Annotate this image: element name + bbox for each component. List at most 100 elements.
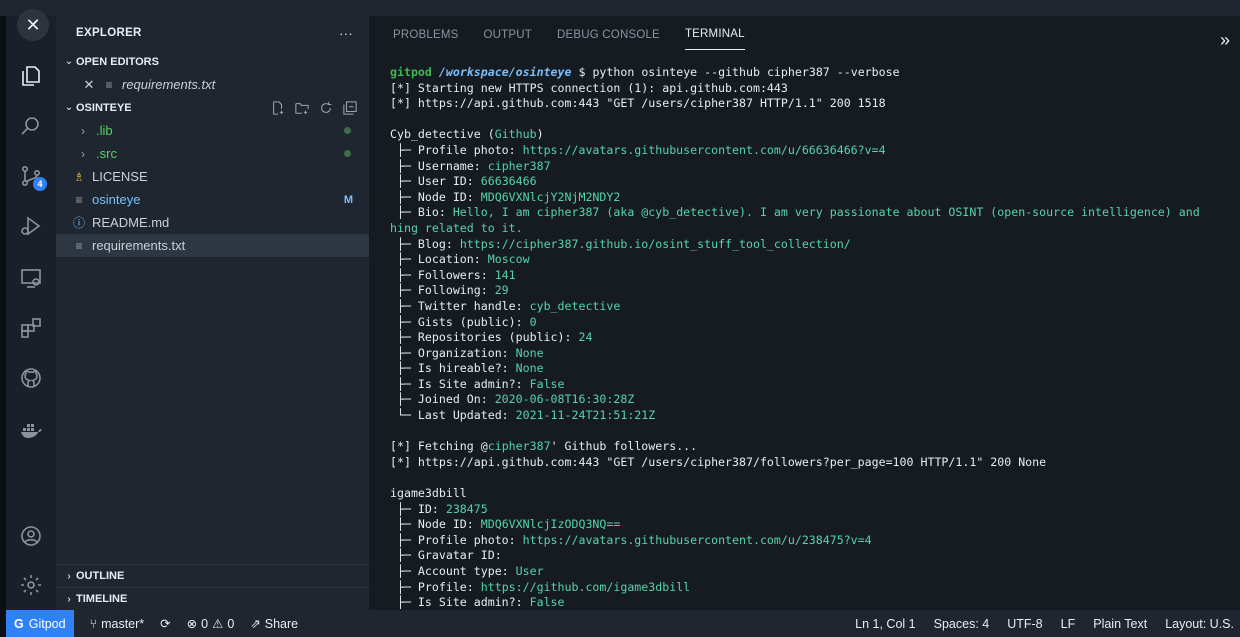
command: python osinteye --github cipher387 --ver… xyxy=(592,65,900,79)
chevron-right-icon: › xyxy=(81,123,85,138)
tree-folder-label: .src xyxy=(96,146,117,161)
prompt-symbol: $ xyxy=(578,65,586,79)
branch-indicator[interactable]: ⑂ master* xyxy=(90,617,145,631)
account-icon[interactable] xyxy=(19,524,43,548)
source-control-icon[interactable]: 4 xyxy=(19,164,47,191)
new-file-icon[interactable] xyxy=(271,100,285,115)
language-mode[interactable]: Plain Text xyxy=(1093,617,1147,631)
fetch-prefix: [*] Fetching @ xyxy=(390,439,488,454)
tab-terminal[interactable]: TERMINAL xyxy=(684,28,745,50)
timeline-section[interactable]: › TIMELINE xyxy=(56,587,369,610)
log-line: [*] https://api.github.com:443 "GET /use… xyxy=(390,96,886,111)
user-id-value: 66636466 xyxy=(480,174,537,189)
new-folder-icon[interactable] xyxy=(295,101,309,115)
chevron-right-icon: › xyxy=(67,593,71,605)
scm-badge: 4 xyxy=(33,177,47,191)
search-icon[interactable] xyxy=(19,114,43,138)
profile-photo-value: https://avatars.githubusercontent.com/u/… xyxy=(522,142,886,157)
follower-admin-value: False xyxy=(529,595,565,610)
keyboard-layout[interactable]: Layout: U.S. xyxy=(1165,617,1234,631)
remote-indicator[interactable]: G Gitpod xyxy=(6,610,74,637)
run-debug-icon[interactable] xyxy=(19,214,43,238)
outline-label: OUTLINE xyxy=(76,570,125,582)
prompt-path: /workspace/osinteye xyxy=(438,65,572,79)
panel-tabs: PROBLEMS OUTPUT DEBUG CONSOLE TERMINAL xyxy=(369,16,1240,50)
expand-panel-icon[interactable]: » xyxy=(1220,30,1230,51)
end-of-line[interactable]: LF xyxy=(1061,617,1076,631)
tree-file-readme[interactable]: ⓘ README.md xyxy=(56,211,369,234)
tab-debug-console[interactable]: DEBUG CONSOLE xyxy=(557,29,660,50)
extensions-icon[interactable] xyxy=(19,316,43,340)
docker-icon[interactable] xyxy=(19,418,43,442)
follower-photo-value: https://avatars.githubusercontent.com/u/… xyxy=(522,532,872,547)
share-button[interactable]: ⇗ Share xyxy=(250,616,299,632)
cursor-position[interactable]: Ln 1, Col 1 xyxy=(855,617,915,631)
tree-file-license[interactable]: ♗ LICENSE xyxy=(56,165,369,188)
prompt-user: gitpod xyxy=(390,65,432,79)
tab-problems[interactable]: PROBLEMS xyxy=(393,29,459,50)
following-value: 29 xyxy=(494,283,509,298)
blog-value: https://cipher387.github.io/osint_stuff_… xyxy=(459,236,851,251)
workspace-label: OSINTEYE xyxy=(76,101,132,114)
tree-file-osinteye[interactable]: ≡ osinteye M xyxy=(56,188,369,211)
timeline-label: TIMELINE xyxy=(76,593,128,605)
open-editors-section[interactable]: ⌄ OPEN EDITORS xyxy=(56,50,369,73)
tree-folder-src[interactable]: › .src xyxy=(56,142,369,165)
follower-profile-value: https://github.com/igame3dbill xyxy=(480,579,691,594)
tree-folder-label: .lib xyxy=(96,123,113,138)
problems-indicator[interactable]: ⊗ 0 ⚠ 0 xyxy=(187,616,235,632)
chevron-down-icon: ⌄ xyxy=(64,102,74,113)
follower-type-value: User xyxy=(515,564,544,578)
bio-value: Hello, I am cipher387 (aka @cyb_detectiv… xyxy=(452,205,1200,220)
user-source: Github xyxy=(494,127,537,142)
repos-value: 24 xyxy=(578,330,593,345)
outline-section[interactable]: › OUTLINE xyxy=(56,564,369,587)
user-header: Cyb_detective xyxy=(390,127,481,142)
sync-icon: ⟳ xyxy=(160,617,171,631)
username-value: cipher387 xyxy=(487,158,551,173)
tab-output[interactable]: OUTPUT xyxy=(484,29,532,50)
warning-count: 0 xyxy=(227,616,235,631)
open-editor-item[interactable]: ✕ ≡ requirements.txt xyxy=(56,73,369,96)
branch-label: master* xyxy=(101,616,145,631)
gists-value: 0 xyxy=(529,314,537,329)
error-count: 0 xyxy=(201,616,209,631)
terminal-output[interactable]: gitpod /workspace/osinteye $ python osin… xyxy=(390,65,1234,610)
explorer-header: EXPLORER ··· xyxy=(56,16,369,50)
indentation[interactable]: Spaces: 4 xyxy=(934,617,990,631)
tree-folder-lib[interactable]: › .lib xyxy=(56,119,369,142)
close-icon[interactable]: ✕ xyxy=(17,9,49,41)
twitter-value: cyb_detective xyxy=(529,298,621,313)
remote-explorer-icon[interactable] xyxy=(19,266,43,290)
share-label: Share xyxy=(264,616,299,631)
tree-file-label: LICENSE xyxy=(92,169,148,184)
more-actions-icon[interactable]: ··· xyxy=(339,26,353,41)
follower-node-value: MDQ6VXNlcjIzODQ3NQ== xyxy=(480,517,621,532)
explorer-icon[interactable] xyxy=(19,64,43,88)
workspace-actions xyxy=(271,100,357,115)
collapse-all-icon[interactable] xyxy=(343,100,357,115)
tree-file-label: requirements.txt xyxy=(92,238,186,253)
settings-gear-icon[interactable] xyxy=(19,573,43,597)
text-file-icon: ≡ xyxy=(75,192,83,207)
activity-bar: 4 xyxy=(6,16,56,610)
fetch-user: cipher387 xyxy=(487,439,551,454)
follower-id-value: 238475 xyxy=(445,501,488,516)
workspace-section[interactable]: ⌄ OSINTEYE xyxy=(56,96,369,119)
refresh-icon[interactable] xyxy=(319,101,333,115)
warning-icon: ⚠ xyxy=(212,617,224,631)
license-icon: ♗ xyxy=(73,169,85,184)
sidebar-bottom-sections: › OUTLINE › TIMELINE xyxy=(56,564,369,610)
location-value: Moscow xyxy=(487,252,530,267)
joined-value: 2020-06-08T16:30:28Z xyxy=(494,392,635,407)
tree-file-requirements[interactable]: ≡ requirements.txt xyxy=(56,234,369,257)
text-file-icon: ≡ xyxy=(105,77,113,92)
info-icon: ⓘ xyxy=(72,216,85,230)
git-modified-badge: M xyxy=(343,193,353,206)
encoding[interactable]: UTF-8 xyxy=(1007,617,1042,631)
sync-button[interactable]: ⟳ xyxy=(160,616,170,631)
open-editors-label: OPEN EDITORS xyxy=(76,55,159,68)
status-bar: G Gitpod ⑂ master* ⟳ ⊗ 0 ⚠ 0 ⇗ Share Ln … xyxy=(6,610,1240,637)
github-icon[interactable] xyxy=(19,366,43,390)
close-editor-icon[interactable]: ✕ xyxy=(82,77,96,93)
